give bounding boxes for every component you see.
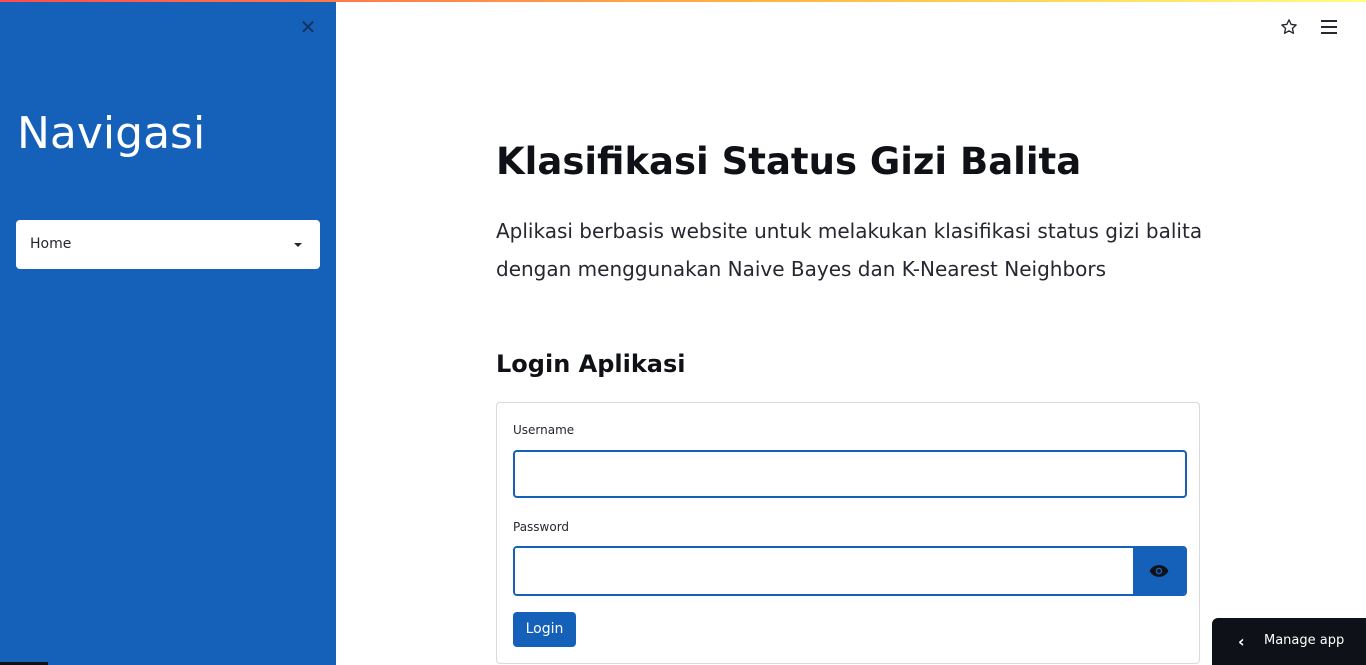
star-icon[interactable]: [1280, 18, 1298, 36]
top-decoration-bar: [0, 0, 1366, 2]
page-title: Klasifikasi Status Gizi Balita: [496, 140, 1082, 183]
sidebar: ✕ Navigasi Home: [0, 0, 336, 665]
page-description: Aplikasi berbasis website untuk melakuka…: [496, 219, 1203, 281]
password-field: [513, 546, 1187, 596]
manage-app-button[interactable]: ‹ Manage app: [1212, 618, 1366, 665]
page-select-value: Home: [30, 236, 72, 252]
password-label: Password: [513, 520, 570, 534]
show-password-button[interactable]: [1133, 548, 1185, 594]
username-label: Username: [513, 423, 575, 437]
password-input[interactable]: [515, 548, 1135, 594]
close-icon[interactable]: ✕: [298, 17, 318, 37]
eye-icon: [1149, 565, 1169, 577]
login-button[interactable]: Login: [513, 612, 576, 647]
manage-app-label: Manage app: [1264, 633, 1345, 648]
username-input[interactable]: [513, 450, 1187, 498]
page-select[interactable]: Home: [16, 220, 320, 269]
login-form: Username Password Login: [496, 402, 1200, 664]
sidebar-title: Navigasi: [17, 108, 206, 159]
chevron-left-icon: ‹: [1238, 632, 1245, 651]
caret-down-icon: [294, 243, 302, 247]
login-section-title: Login Aplikasi: [496, 350, 686, 378]
hamburger-menu-icon[interactable]: [1321, 20, 1337, 34]
